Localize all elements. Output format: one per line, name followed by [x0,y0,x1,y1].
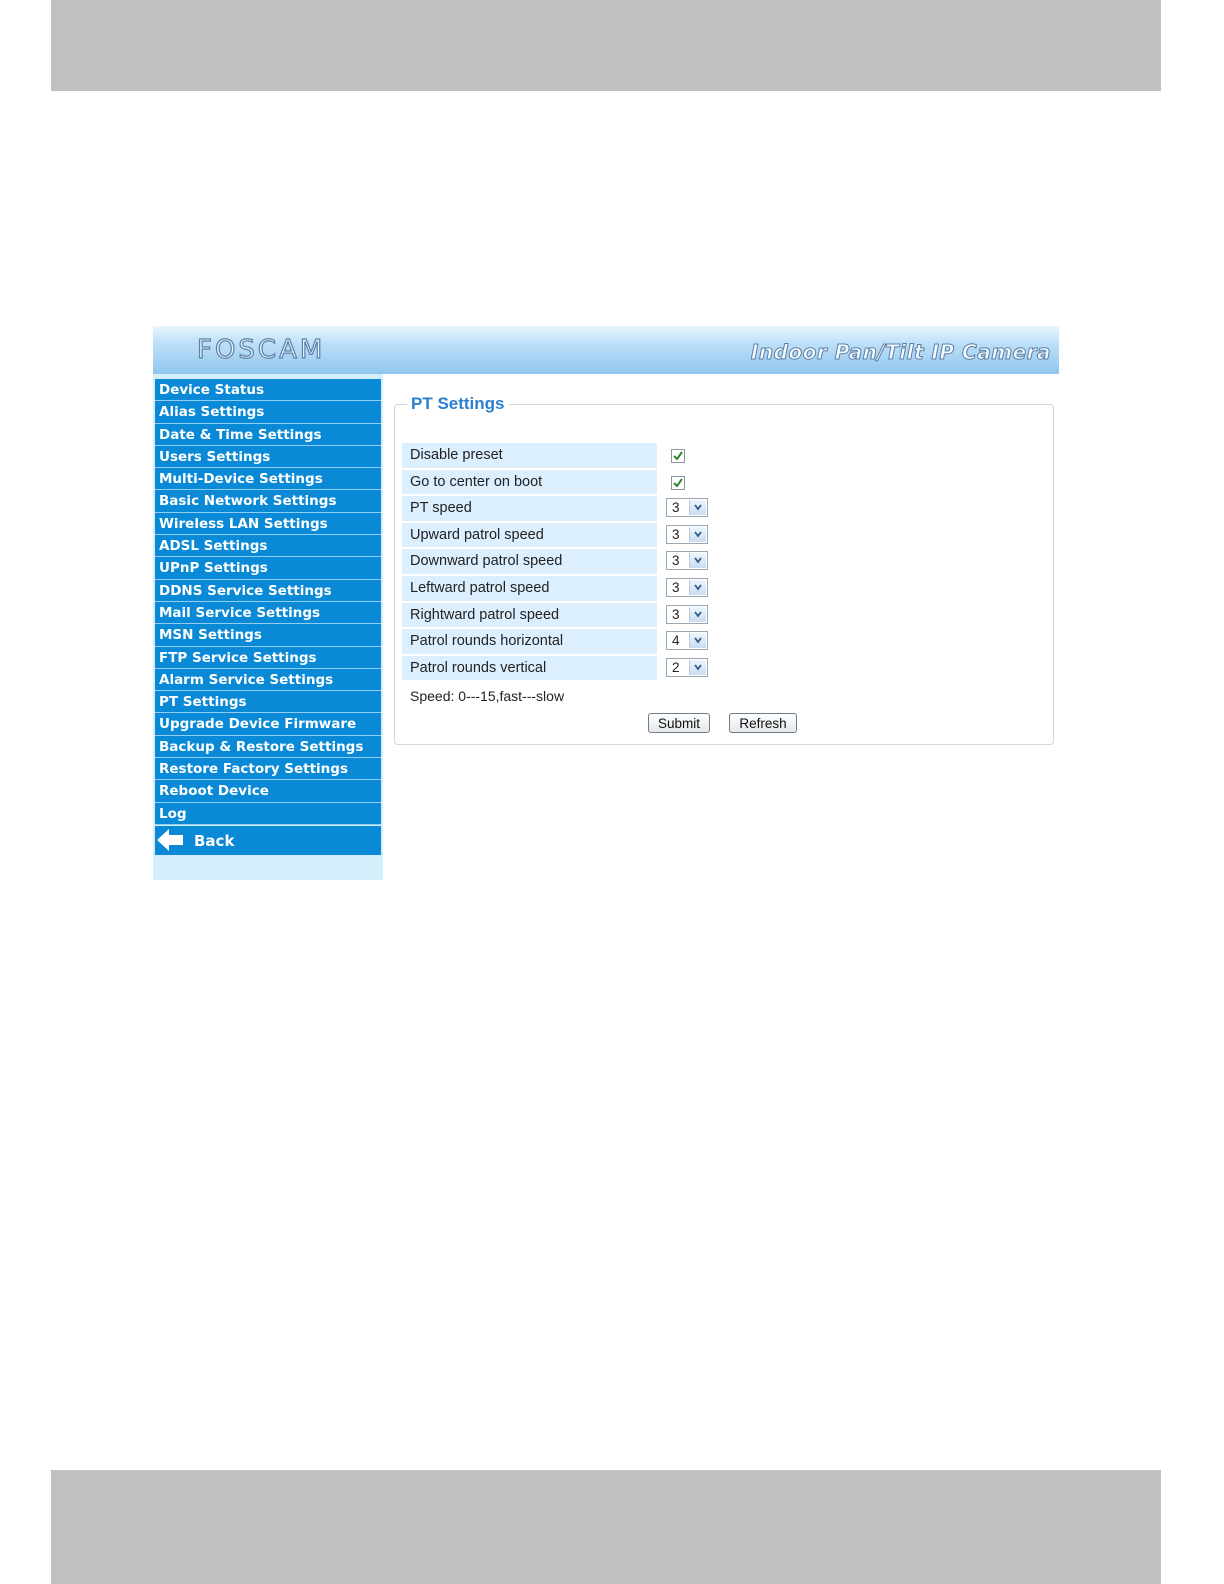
sidebar-item-date-time-settings[interactable]: Date & Time Settings [155,423,381,446]
sidebar-item-adsl-settings[interactable]: ADSL Settings [155,535,381,558]
setting-select[interactable]: 4 [666,631,708,651]
dropdown-button[interactable] [689,633,706,649]
sidebar-item-multi-device-settings[interactable]: Multi-Device Settings [155,468,381,491]
product-name: Indoor Pan/Tilt IP Camera [750,340,1051,365]
sidebar-item-alarm-service-settings[interactable]: Alarm Service Settings [155,668,381,692]
setting-label: Go to center on boot [402,469,657,495]
sidebar-item-wireless-lan-settings[interactable]: Wireless LAN Settings [155,512,381,536]
setting-select[interactable]: 2 [666,657,708,677]
refresh-button[interactable]: Refresh [729,713,797,733]
setting-row: Go to center on boot [402,469,1002,497]
sidebar-item-upgrade-device-firmware[interactable]: Upgrade Device Firmware [155,713,381,736]
setting-label: Rightward patrol speed [402,602,657,628]
setting-label: Patrol rounds horizontal [402,629,657,654]
camera-web-ui: FOSCAM Indoor Pan/Tilt IP Camera Device … [153,326,1059,880]
sidebar-item-log[interactable]: Log [155,802,381,825]
chevron-down-icon [694,637,702,644]
setting-checkbox[interactable] [671,449,685,463]
sidebar-item-basic-network-settings[interactable]: Basic Network Settings [155,490,381,513]
dropdown-button[interactable] [689,500,706,516]
chevron-down-icon [694,531,702,538]
dropdown-button[interactable] [689,579,706,595]
setting-control [666,472,685,490]
back-button[interactable]: Back [155,826,381,855]
setting-label: Patrol rounds vertical [402,655,657,681]
sidebar-item-msn-settings[interactable]: MSN Settings [155,624,381,647]
setting-row: Rightward patrol speed 3 [402,602,1002,630]
setting-control: 4 [666,631,708,651]
sidebar: Device Status Alias Settings Date & Time S… [153,374,383,880]
sidebar-item-pt-settings[interactable]: PT Settings [155,691,381,714]
document-header-bar [51,0,1161,91]
setting-row: Downward patrol speed 3 [402,549,1002,576]
setting-label: Downward patrol speed [402,549,657,574]
setting-control: 3 [666,551,708,571]
chevron-down-icon [694,664,702,671]
submit-button[interactable]: Submit [648,713,710,733]
sidebar-item-backup-restore-settings[interactable]: Backup & Restore Settings [155,735,381,759]
dropdown-button[interactable] [689,606,706,622]
dropdown-button[interactable] [689,659,706,675]
setting-label: Disable preset [402,443,657,468]
setting-label: Upward patrol speed [402,522,657,548]
checkmark-icon [673,451,683,461]
foscam-logo: FOSCAM [196,334,326,365]
banner: FOSCAM Indoor Pan/Tilt IP Camera [153,326,1059,374]
sidebar-item-ddns-service-settings[interactable]: DDNS Service Settings [155,579,381,602]
chevron-down-icon [694,504,702,511]
setting-label: PT speed [402,496,657,521]
setting-row: Upward patrol speed 3 [402,522,1002,550]
sidebar-item-device-status[interactable]: Device Status [155,379,381,402]
select-value: 3 [672,606,680,622]
dropdown-button[interactable] [689,526,706,542]
sidebar-menu: Device Status Alias Settings Date & Time S… [155,379,381,825]
select-value: 3 [672,500,680,516]
setting-control: 3 [666,604,708,624]
chevron-down-icon [694,557,702,564]
panel-title: PT Settings [407,394,509,414]
dropdown-button[interactable] [689,553,706,569]
select-value: 4 [672,633,680,649]
checkmark-icon [673,478,683,488]
back-label: Back [194,832,235,850]
setting-control: 3 [666,524,708,544]
setting-select[interactable]: 3 [666,498,708,518]
setting-control: 2 [666,657,708,677]
setting-select[interactable]: 3 [666,577,708,597]
setting-row: Disable preset [402,443,1002,470]
select-value: 3 [672,579,680,595]
setting-row: PT speed 3 [402,496,1002,523]
setting-label: Leftward patrol speed [402,575,657,601]
setting-select[interactable]: 3 [666,604,708,624]
sidebar-item-users-settings[interactable]: Users Settings [155,445,381,469]
sidebar-item-mail-service-settings[interactable]: Mail Service Settings [155,601,381,625]
select-value: 2 [672,659,680,675]
sidebar-item-alias-settings[interactable]: Alias Settings [155,401,381,424]
settings-rows: Disable preset Go to center on boot PT spe… [402,443,1002,682]
setting-control: 3 [666,577,708,597]
sidebar-item-reboot-device[interactable]: Reboot Device [155,780,381,803]
chevron-down-icon [694,611,702,618]
sidebar-item-upnp-settings[interactable]: UPnP Settings [155,557,381,580]
setting-row: Patrol rounds vertical 2 [402,655,1002,683]
select-value: 3 [672,553,680,569]
setting-control [666,445,685,463]
setting-select[interactable]: 3 [666,524,708,544]
sidebar-item-ftp-service-settings[interactable]: FTP Service Settings [155,646,381,669]
speed-note: Speed: 0---15,fast---slow [410,688,565,704]
pt-settings-panel: PT Settings Disable preset Go to center o… [394,394,1054,745]
setting-control: 3 [666,498,708,518]
sidebar-item-restore-factory-settings[interactable]: Restore Factory Settings [155,758,381,781]
setting-select[interactable]: 3 [666,551,708,571]
document-footer-bar [51,1470,1161,1584]
select-value: 3 [672,526,680,542]
chevron-down-icon [694,584,702,591]
back-arrow-icon [157,829,183,851]
setting-row: Leftward patrol speed 3 [402,575,1002,603]
setting-checkbox[interactable] [671,475,685,490]
setting-row: Patrol rounds horizontal 4 [402,629,1002,656]
